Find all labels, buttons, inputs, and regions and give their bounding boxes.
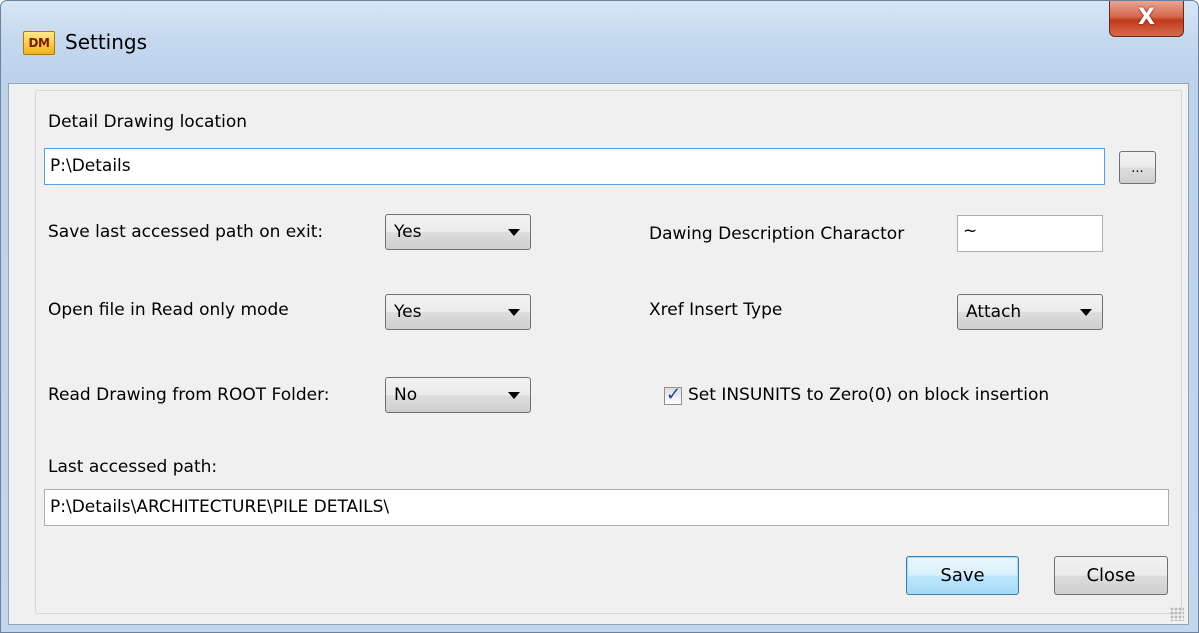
xref-type-dropdown[interactable]: Attach xyxy=(957,294,1103,330)
save-last-path-label: Save last accessed path on exit: xyxy=(48,222,324,242)
last-path-input[interactable]: P:\Details\ARCHITECTURE\PILE DETAILS\ xyxy=(44,489,1169,526)
app-icon: DM xyxy=(23,31,55,55)
open-readonly-value: Yes xyxy=(394,302,422,322)
xref-type-label: Xref Insert Type xyxy=(649,300,783,320)
detail-location-label: Detail Drawing location xyxy=(48,112,248,132)
read-root-value: No xyxy=(394,385,418,405)
chevron-down-icon xyxy=(508,229,520,236)
chevron-down-icon xyxy=(1080,309,1092,316)
resize-grip-icon[interactable] xyxy=(1170,607,1184,621)
open-readonly-label: Open file in Read only mode xyxy=(48,300,289,320)
close-icon: X xyxy=(1138,5,1155,30)
insunits-checkbox[interactable]: ✓ xyxy=(664,384,682,405)
open-readonly-dropdown[interactable]: Yes xyxy=(385,294,531,330)
read-root-label: Read Drawing from ROOT Folder: xyxy=(48,385,330,405)
checkmark-icon: ✓ xyxy=(666,384,682,405)
read-root-dropdown[interactable]: No xyxy=(385,377,531,413)
close-button[interactable]: Close xyxy=(1054,556,1168,595)
save-button[interactable]: Save xyxy=(906,556,1019,595)
xref-type-value: Attach xyxy=(966,302,1022,322)
window-title: Settings xyxy=(65,30,148,54)
last-path-label: Last accessed path: xyxy=(48,457,218,477)
insunits-label[interactable]: Set INSUNITS to Zero(0) on block inserti… xyxy=(688,385,1049,405)
browse-button[interactable]: ... xyxy=(1119,151,1156,184)
description-char-label: Dawing Description Charactor xyxy=(649,224,905,244)
title-bar[interactable]: DM Settings X xyxy=(1,1,1198,83)
description-char-input[interactable]: ~ xyxy=(957,215,1103,252)
save-last-path-dropdown[interactable]: Yes xyxy=(385,214,531,250)
chevron-down-icon xyxy=(508,309,520,316)
save-last-path-value: Yes xyxy=(394,222,422,242)
chevron-down-icon xyxy=(508,392,520,399)
window-close-button[interactable]: X xyxy=(1109,1,1184,37)
detail-location-input[interactable]: P:\Details xyxy=(44,148,1105,185)
